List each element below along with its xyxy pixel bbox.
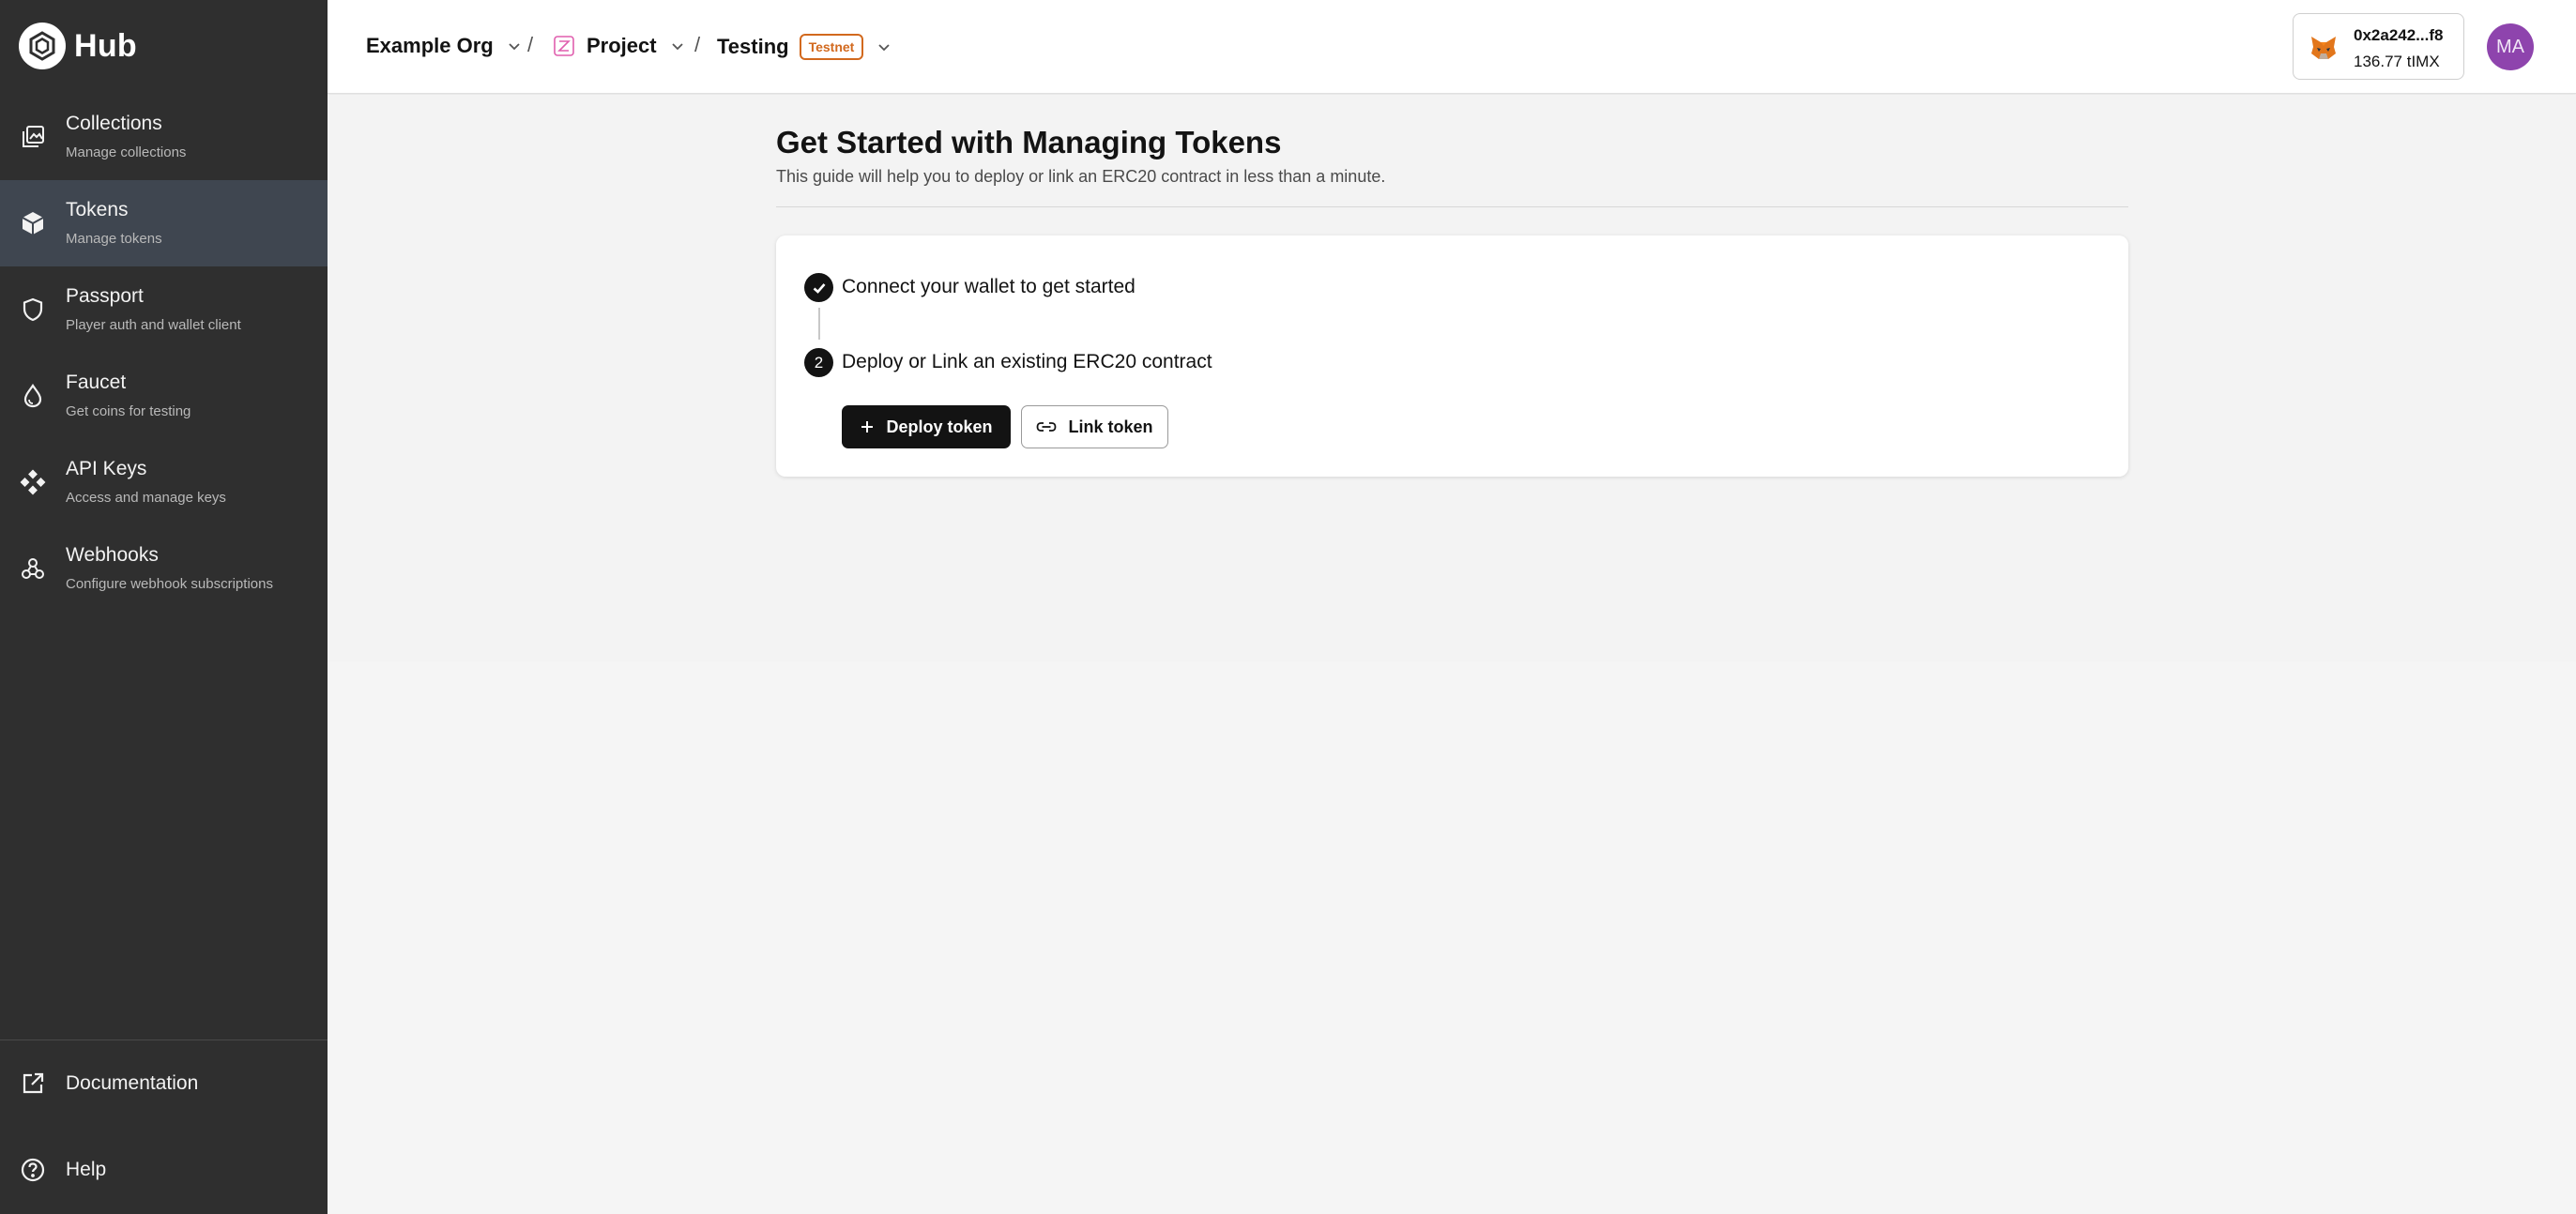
testnet-badge: Testnet [799, 34, 864, 60]
metamask-fox-icon [2309, 33, 2339, 63]
wallet-balance: 136.77 tIMX [2354, 53, 2440, 70]
breadcrumb-project[interactable]: Project [553, 34, 685, 58]
chevron-down-icon [876, 39, 892, 54]
deploy-token-button[interactable]: Deploy token [842, 405, 1011, 448]
org-name: Example Org [366, 34, 494, 57]
breadcrumb-org[interactable]: Example Org [366, 34, 522, 58]
sidebar: Hub Collections Manage collections Token… [0, 0, 328, 1214]
project-icon [553, 35, 575, 57]
help-circle-icon [19, 1156, 47, 1184]
sidebar-item-title: Help [66, 1159, 107, 1180]
sidebar-item-passport[interactable]: Passport Player auth and wallet client [0, 266, 328, 353]
getting-started-card: Connect your wallet to get started 2 Dep… [776, 235, 2128, 477]
hub-logo-icon [19, 23, 66, 69]
step-2-label: Deploy or Link an existing ERC20 contrac… [842, 351, 1212, 372]
sidebar-item-subtitle: Get coins for testing [66, 403, 191, 419]
external-link-icon [19, 1070, 47, 1098]
sidebar-item-faucet[interactable]: Faucet Get coins for testing [0, 353, 328, 439]
sidebar-item-collections[interactable]: Collections Manage collections [0, 94, 328, 180]
brand[interactable]: Hub [19, 22, 137, 70]
sidebar-item-tokens[interactable]: Tokens Manage tokens [0, 180, 328, 266]
collections-icon [19, 123, 47, 151]
cube-icon [19, 209, 47, 237]
sidebar-item-documentation[interactable]: Documentation [0, 1040, 328, 1127]
wallet-address: 0x2a242...f8 [2354, 26, 2444, 44]
step-complete-check-icon [804, 273, 833, 302]
step-2-number: 2 [804, 348, 833, 377]
sidebar-item-subtitle: Manage collections [66, 144, 187, 160]
breadcrumb-separator: / [694, 33, 701, 56]
chevron-down-icon [507, 38, 522, 53]
step-1-label: Connect your wallet to get started [842, 276, 1136, 297]
deploy-token-label: Deploy token [886, 417, 993, 436]
shield-icon [19, 296, 47, 324]
sidebar-item-subtitle: Access and manage keys [66, 490, 226, 506]
divider [776, 206, 2128, 207]
top-bar: Example Org / Project / Testing Testnet [328, 0, 2576, 94]
sidebar-item-subtitle: Configure webhook subscriptions [66, 576, 273, 592]
link-icon [1036, 419, 1057, 434]
sidebar-item-subtitle: Manage tokens [66, 231, 162, 247]
avatar[interactable]: MA [2487, 23, 2534, 70]
project-name: Project [587, 34, 657, 57]
diamond-nodes-icon [19, 468, 47, 496]
sidebar-item-title: Webhooks [66, 544, 159, 566]
sidebar-item-help[interactable]: Help [0, 1127, 328, 1213]
webhook-icon [19, 554, 47, 583]
sidebar-item-webhooks[interactable]: Webhooks Configure webhook subscriptions [0, 525, 328, 612]
plus-icon [860, 419, 875, 434]
content-background-lower [328, 661, 2576, 1214]
brand-name: Hub [74, 27, 137, 64]
wallet-button[interactable]: 0x2a242...f8 136.77 tIMX [2293, 13, 2464, 80]
environment-name: Testing [717, 35, 789, 58]
sidebar-item-title: API Keys [66, 458, 147, 479]
sidebar-item-title: Faucet [66, 372, 127, 393]
breadcrumb-environment[interactable]: Testing Testnet [717, 34, 892, 60]
page-title: Get Started with Managing Tokens [776, 125, 1282, 159]
sidebar-item-title: Documentation [66, 1072, 199, 1094]
sidebar-item-subtitle: Player auth and wallet client [66, 317, 241, 333]
chevron-down-icon [670, 38, 685, 53]
sidebar-item-api-keys[interactable]: API Keys Access and manage keys [0, 439, 328, 525]
page-subtitle: This guide will help you to deploy or li… [776, 167, 1386, 186]
sidebar-item-title: Tokens [66, 199, 129, 220]
link-token-label: Link token [1068, 417, 1153, 436]
breadcrumb-separator: / [527, 33, 534, 56]
link-token-button[interactable]: Link token [1021, 405, 1168, 448]
droplet-icon [19, 382, 47, 410]
sidebar-item-title: Passport [66, 285, 144, 307]
step-connector [818, 308, 820, 340]
sidebar-item-title: Collections [66, 113, 162, 134]
main-content: Get Started with Managing Tokens This gu… [328, 95, 2576, 1214]
